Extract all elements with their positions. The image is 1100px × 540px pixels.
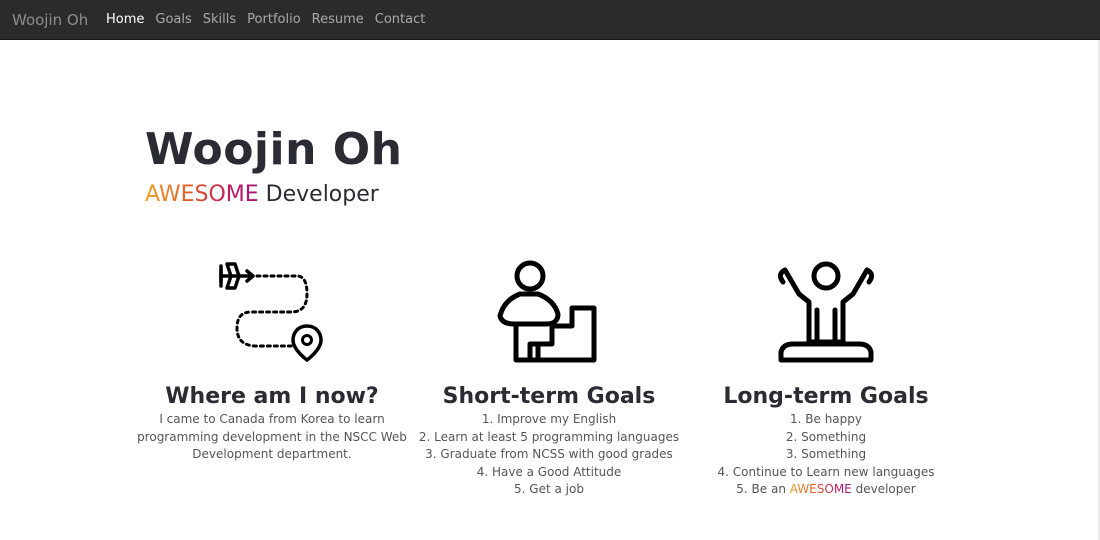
hero-subtitle: AWESOME Developer xyxy=(145,182,379,207)
nav-link-contact[interactable]: Contact xyxy=(375,12,426,27)
person-arms-raised-podium-icon xyxy=(777,261,875,363)
list-item: 2. Learn at least 5 programming language… xyxy=(418,429,680,444)
nav-link-resume[interactable]: Resume xyxy=(312,12,364,27)
route-plane-to-pin-icon xyxy=(219,262,323,363)
awesome-highlight: AWESOME xyxy=(789,482,852,496)
awesome-highlight: AWESOME xyxy=(145,182,259,207)
short-term-goals-title: Short-term Goals xyxy=(442,384,656,409)
nav-links: Home Goals Skills Portfolio Resume Conta… xyxy=(106,12,436,27)
where-am-i-text: I came to Canada from Korea to learn pro… xyxy=(137,412,407,461)
list-item-prefix: 5. Be an xyxy=(736,482,790,496)
list-item: 4. Have a Good Attitude xyxy=(476,464,622,479)
list-item: 4. Continue to Learn new languages xyxy=(717,464,935,479)
long-term-goals-list: 1. Be happy 2. Something 3. Something 4.… xyxy=(676,411,976,499)
long-term-goals-section: Long-term Goals 1. Be happy 2. Something… xyxy=(676,260,976,499)
hero-subtitle-rest: Developer xyxy=(258,182,379,207)
list-item: 5. Be an AWESOME developer xyxy=(676,481,976,499)
top-navbar: Woojin Oh Home Goals Skills Portfolio Re… xyxy=(0,0,1100,40)
where-am-i-section: Where am I now? I came to Canada from Ko… xyxy=(122,260,422,464)
where-am-i-title: Where am I now? xyxy=(165,384,379,409)
hero-name: Woojin Oh xyxy=(145,124,403,175)
short-term-goals-list: 1. Improve my English 2. Learn at least … xyxy=(399,411,699,499)
long-term-goals-title: Long-term Goals xyxy=(723,384,929,409)
list-item: 1. Be happy xyxy=(790,412,862,426)
nav-link-home[interactable]: Home xyxy=(106,12,144,27)
nav-link-portfolio[interactable]: Portfolio xyxy=(247,12,300,27)
person-climbing-stairs-icon xyxy=(497,260,597,363)
brand-link[interactable]: Woojin Oh xyxy=(12,11,88,29)
short-term-goals-section: Short-term Goals 1. Improve my English 2… xyxy=(399,260,699,499)
list-item-suffix: developer xyxy=(851,482,916,496)
list-item: 3. Graduate from NCSS with good grades xyxy=(425,447,673,461)
list-item: 2. Something xyxy=(785,429,867,444)
list-item: 5. Get a job xyxy=(514,482,584,496)
nav-link-goals[interactable]: Goals xyxy=(155,12,191,27)
nav-link-skills[interactable]: Skills xyxy=(203,12,236,27)
list-item: 1. Improve my English xyxy=(481,412,617,426)
list-item: 3. Something xyxy=(785,447,867,461)
